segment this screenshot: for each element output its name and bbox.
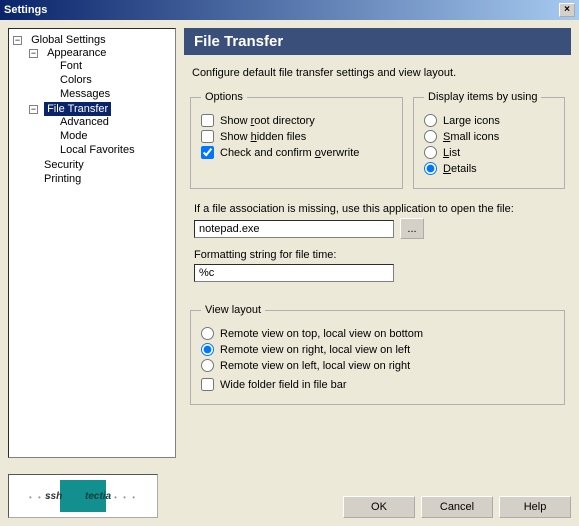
show-hidden-label: Show hidden files [220, 131, 306, 143]
confirm-overwrite-checkbox[interactable] [201, 146, 214, 159]
confirm-overwrite-label: Check and confirm overwrite [220, 147, 359, 159]
close-button[interactable]: × [559, 3, 575, 17]
tree-appearance[interactable]: Appearance [44, 46, 109, 60]
tree-font[interactable]: Font [57, 59, 85, 73]
tree-local-favorites[interactable]: Local Favorites [57, 143, 138, 157]
details-label: Details [443, 163, 477, 175]
tree-global-settings[interactable]: Global Settings [28, 33, 109, 47]
main-panel: File Transfer Configure default file tra… [184, 28, 571, 458]
tree-colors[interactable]: Colors [57, 73, 95, 87]
tree-toggle-icon[interactable]: − [29, 49, 38, 58]
remote-left-label: Remote view on left, local view on right [220, 360, 410, 372]
tree-toggle-icon[interactable]: − [29, 105, 38, 114]
tree-mode[interactable]: Mode [57, 129, 91, 143]
options-legend: Options [201, 91, 247, 103]
large-icons-radio[interactable] [424, 114, 437, 127]
remote-left-radio[interactable] [201, 359, 214, 372]
options-group: Options Show root directory Show hidden … [190, 91, 403, 189]
logo-dots-icon: • • • [114, 493, 137, 502]
wide-folder-label: Wide folder field in file bar [220, 379, 347, 391]
assoc-label: If a file association is missing, use th… [194, 203, 561, 215]
page-description: Configure default file transfer settings… [192, 67, 563, 79]
display-legend: Display items by using [424, 91, 541, 103]
list-label: List [443, 147, 460, 159]
tree-security[interactable]: Security [41, 158, 87, 172]
settings-tree: − Global Settings − Appearance Font Colo… [8, 28, 176, 458]
list-radio[interactable] [424, 146, 437, 159]
remote-top-radio[interactable] [201, 327, 214, 340]
show-root-checkbox[interactable] [201, 114, 214, 127]
view-layout-legend: View layout [201, 304, 265, 316]
show-hidden-checkbox[interactable] [201, 130, 214, 143]
view-layout-group: View layout Remote view on top, local vi… [190, 304, 565, 405]
tree-messages[interactable]: Messages [57, 87, 113, 101]
small-icons-label: Small icons [443, 131, 499, 143]
remote-top-label: Remote view on top, local view on bottom [220, 328, 423, 340]
window-title: Settings [4, 4, 47, 16]
fmt-string-input[interactable] [194, 264, 394, 282]
logo-ssh-text: ssh [45, 491, 62, 502]
details-radio[interactable] [424, 162, 437, 175]
large-icons-label: Large icons [443, 115, 500, 127]
logo: • • • ssh tectia • • • [8, 474, 158, 518]
remote-right-label: Remote view on right, local view on left [220, 344, 410, 356]
show-root-label: Show root directory [220, 115, 315, 127]
ok-button[interactable]: OK [343, 496, 415, 518]
titlebar: Settings × [0, 0, 579, 20]
remote-right-radio[interactable] [201, 343, 214, 356]
tree-file-transfer[interactable]: File Transfer [44, 102, 111, 116]
logo-tectia-text: tectia [85, 491, 111, 502]
help-button[interactable]: Help [499, 496, 571, 518]
cancel-button[interactable]: Cancel [421, 496, 493, 518]
tree-toggle-icon[interactable]: − [13, 36, 22, 45]
page-title: File Transfer [184, 28, 571, 55]
display-items-group: Display items by using Large icons Small… [413, 91, 565, 189]
fmt-label: Formatting string for file time: [194, 249, 561, 261]
wide-folder-checkbox[interactable] [201, 378, 214, 391]
small-icons-radio[interactable] [424, 130, 437, 143]
browse-button[interactable]: ... [400, 218, 424, 239]
tree-advanced[interactable]: Advanced [57, 115, 112, 129]
assoc-app-input[interactable] [194, 220, 394, 238]
tree-printing[interactable]: Printing [41, 172, 84, 186]
